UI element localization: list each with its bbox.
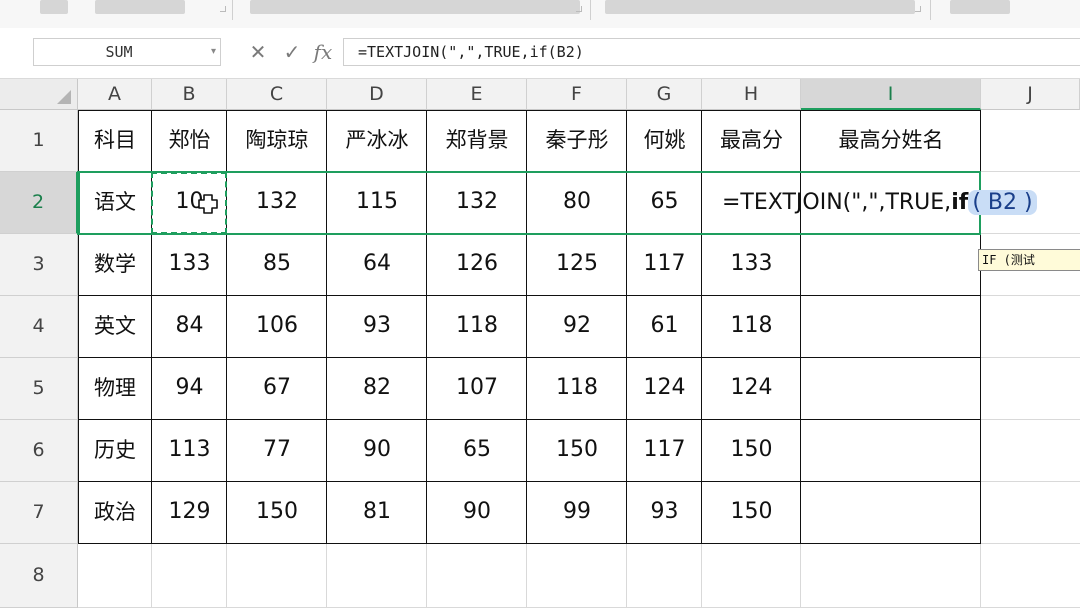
score-cell[interactable]: 90 [327,420,427,482]
header-cell[interactable]: 最高分姓名 [801,110,981,172]
formula-open-paren: ( [972,190,981,215]
header-cell[interactable]: 郑怡 [152,110,227,172]
subject-cell[interactable]: 英文 [78,296,152,358]
score-cell[interactable]: 150 [227,482,327,544]
score-cell[interactable]: 85 [227,234,327,296]
score-cell[interactable]: 107 [427,358,527,420]
row-header-4[interactable]: 4 [0,296,78,358]
score-cell[interactable]: 93 [627,482,702,544]
column-header-e[interactable]: E [427,79,527,110]
score-cell[interactable]: 82 [327,358,427,420]
row-header-3[interactable]: 3 [0,234,78,296]
formula-prefix: =TEXTJOIN(",",TRUE, [722,190,952,215]
subject-cell[interactable]: 数学 [78,234,152,296]
row-header-5[interactable]: 5 [0,358,78,420]
score-cell[interactable]: 113 [152,420,227,482]
select-all-icon [57,90,71,104]
score-cell[interactable]: 94 [152,358,227,420]
column-header-g[interactable]: G [627,79,702,110]
score-cell[interactable]: 125 [527,234,627,296]
active-cell-formula[interactable]: =TEXTJOIN(",",TRUE,if( B2 ) [722,172,1037,234]
score-cell[interactable]: 92 [527,296,627,358]
column-header-b[interactable]: B [152,79,227,110]
formula-function: if [951,190,969,215]
score-cell[interactable]: 67 [227,358,327,420]
score-cell[interactable]: 129 [152,482,227,544]
score-cell[interactable]: 124 [702,358,801,420]
score-cell[interactable]: 150 [702,482,801,544]
header-cell[interactable]: 秦子彤 [527,110,627,172]
score-cell[interactable]: 126 [427,234,527,296]
header-cell[interactable]: 最高分 [702,110,801,172]
score-cell[interactable]: 124 [627,358,702,420]
column-header-i[interactable]: I [801,79,981,110]
score-cell[interactable]: 61 [627,296,702,358]
score-cell[interactable]: 64 [327,234,427,296]
subject-cell[interactable]: 物理 [78,358,152,420]
header-cell-subject[interactable]: 科目 [78,110,152,172]
column-header-h[interactable]: H [702,79,801,110]
score-cell[interactable]: 133 [702,234,801,296]
row-header-6[interactable]: 6 [0,420,78,482]
score-cell[interactable]: 133 [152,234,227,296]
score-cell[interactable]: 81 [327,482,427,544]
row-header-1[interactable]: 1 [0,110,78,172]
formula-reference: B2 [987,190,1017,215]
row-header-8[interactable]: 8 [0,544,78,608]
score-cell[interactable]: 84 [152,296,227,358]
score-cell[interactable]: 77 [227,420,327,482]
score-cell[interactable]: 93 [327,296,427,358]
header-cell[interactable]: 何姚 [627,110,702,172]
column-header-d[interactable]: D [327,79,427,110]
score-cell[interactable]: 106 [227,296,327,358]
formula-close-paren: ) [1024,190,1033,215]
score-cell[interactable]: 150 [527,420,627,482]
score-cell[interactable]: 118 [427,296,527,358]
column-header-f[interactable]: F [527,79,627,110]
score-cell[interactable]: 65 [427,420,527,482]
score-cell[interactable]: 117 [627,420,702,482]
score-cell[interactable]: 99 [527,482,627,544]
formula-reference-highlight: ( B2 ) [968,190,1037,215]
header-cell[interactable]: 严冰冰 [327,110,427,172]
score-cell[interactable]: 118 [527,358,627,420]
column-header-c[interactable]: C [227,79,327,110]
row-header-7[interactable]: 7 [0,482,78,544]
column-header-j[interactable]: J [981,79,1080,110]
subject-cell[interactable]: 历史 [78,420,152,482]
select-all-corner[interactable] [0,79,78,110]
spreadsheet-grid: A B C D E F G H I J 1 2 3 4 5 6 7 8 科目 郑怡 陶琼琼 严冰冰 郑背景 秦子彤 何姚 最高分最… [0,0,1080,608]
column-header-a[interactable]: A [78,79,152,110]
score-cell[interactable]: 150 [702,420,801,482]
function-hint-tooltip: IF (测试 [978,249,1080,271]
move-cursor-icon [198,194,218,214]
subject-cell[interactable]: 政治 [78,482,152,544]
header-cell[interactable]: 陶琼琼 [227,110,327,172]
header-cell[interactable]: 郑背景 [427,110,527,172]
score-cell[interactable]: 117 [627,234,702,296]
score-cell[interactable]: 90 [427,482,527,544]
score-cell[interactable]: 118 [702,296,801,358]
row-header-2[interactable]: 2 [0,172,78,234]
